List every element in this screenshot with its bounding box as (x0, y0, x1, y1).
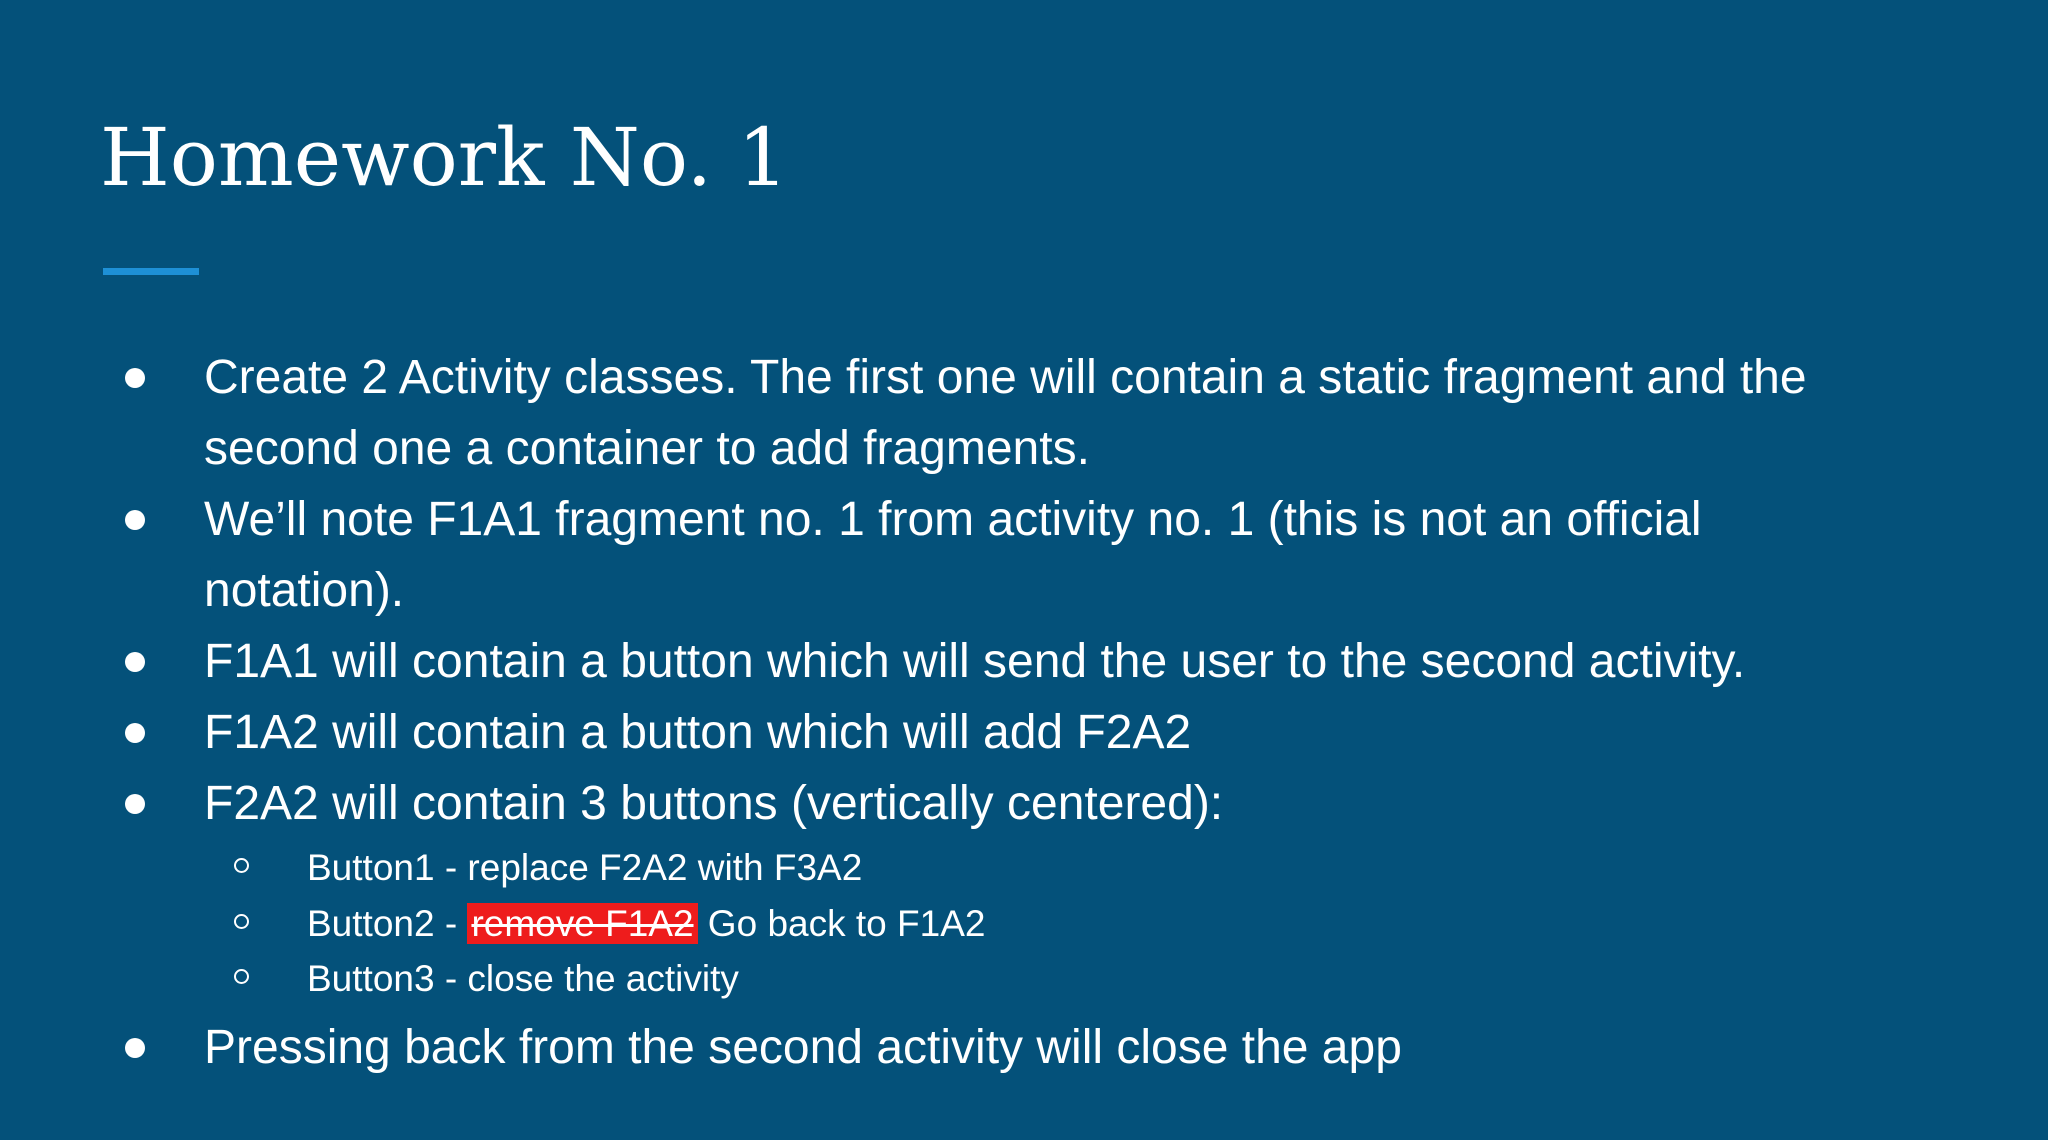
bullet-dot-icon (125, 652, 145, 672)
sub-bullet-text: Button1 - replace F2A2 with F3A2 (307, 847, 863, 888)
bullet-dot-icon (125, 794, 145, 814)
sub-bullet-circle-icon (234, 969, 249, 984)
sub-bullet-prefix: Button2 - (307, 903, 468, 944)
bullet-text-line: F2A2 will contain 3 buttons (vertically … (204, 777, 1224, 830)
struck-highlight-text: remove F1A2 (467, 903, 698, 944)
sub-bullet-text: Button2 - remove F1A2 Go back to F1A2 (307, 903, 986, 944)
sub-bullet-circle-icon (234, 914, 249, 929)
sub-bullet-text: Button3 - close the activity (307, 958, 739, 999)
bullet-dot-icon (125, 510, 145, 530)
sub-bullet-circle-icon (234, 858, 249, 873)
bullet-dot-icon (125, 1038, 145, 1058)
bullet-text-line: Pressing back from the second activity w… (204, 1021, 1402, 1074)
bullet-dot-icon (125, 368, 145, 388)
bullet-text-line: Create 2 Activity classes. The first one… (204, 351, 1807, 404)
bullet-text-line: second one a container to add fragments. (204, 422, 1090, 475)
bullet-text-line: F1A2 will contain a button which will ad… (204, 706, 1192, 759)
bullet-dot-icon (125, 723, 145, 743)
bullet-text-line: F1A1 will contain a button which will se… (204, 635, 1746, 688)
bullet-text-line: We’ll note F1A1 fragment no. 1 from acti… (204, 493, 1702, 546)
sub-bullet-suffix: Go back to F1A2 (697, 903, 986, 944)
bullet-list: Create 2 Activity classes. The first one… (0, 0, 2048, 1140)
bullet-text-line: notation). (204, 564, 405, 617)
